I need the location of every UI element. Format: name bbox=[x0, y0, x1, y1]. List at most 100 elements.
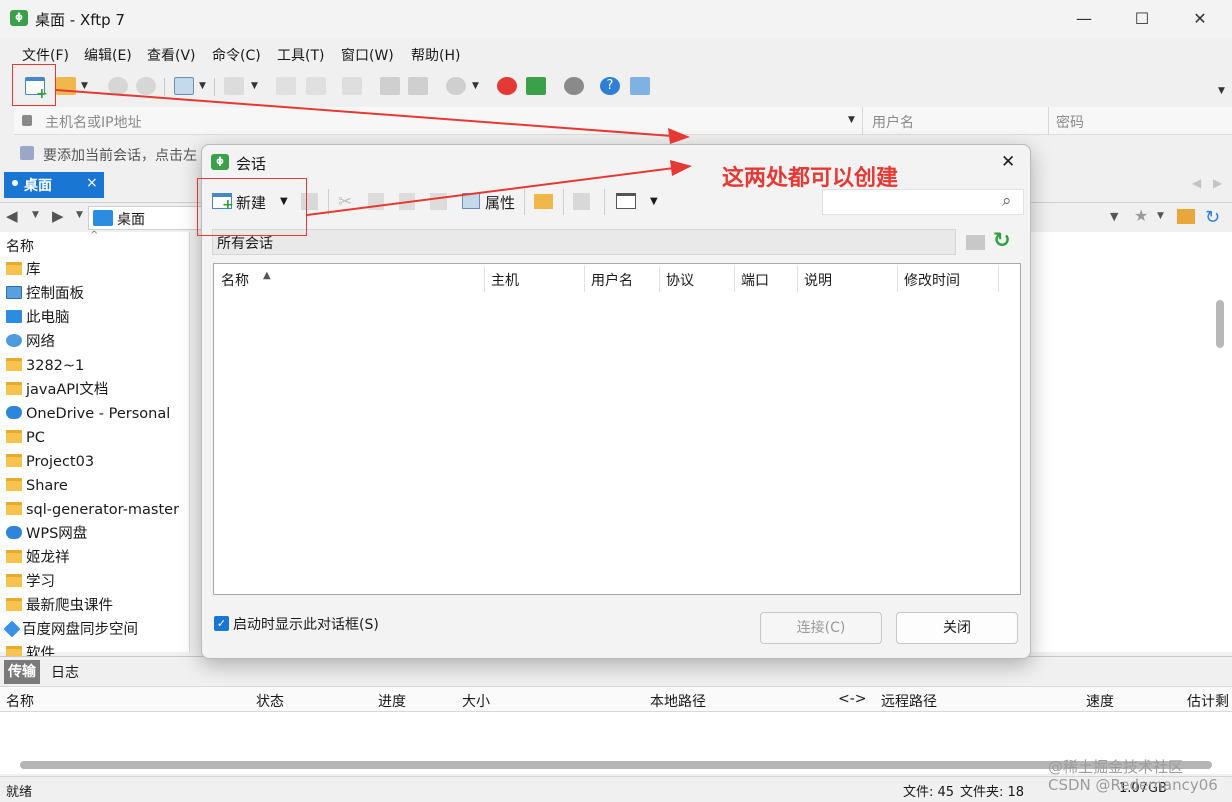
col-protocol[interactable]: 协议 bbox=[666, 270, 694, 290]
export-icon[interactable] bbox=[573, 193, 590, 210]
col-speed[interactable]: 速度 bbox=[1086, 691, 1114, 711]
list-item[interactable]: 此电脑 bbox=[6, 306, 70, 330]
tab-log[interactable]: 日志 bbox=[51, 662, 79, 682]
open-caret-icon[interactable]: ▼ bbox=[81, 81, 88, 91]
col-local-path[interactable]: 本地路径 bbox=[650, 691, 706, 711]
menu-command[interactable]: 命令(C) bbox=[212, 45, 261, 65]
vertical-scrollbar[interactable] bbox=[1216, 300, 1224, 348]
forward-icon[interactable]: ▶ bbox=[52, 207, 64, 225]
tab-scroll-right-icon[interactable]: ▶ bbox=[1213, 176, 1222, 190]
col-progress[interactable]: 进度 bbox=[378, 691, 406, 711]
globe-icon[interactable] bbox=[446, 77, 466, 95]
password-input[interactable]: 密码 bbox=[1056, 112, 1084, 132]
list-item[interactable]: 3282~1 bbox=[6, 354, 84, 378]
paste-icon[interactable] bbox=[399, 193, 415, 210]
new-folder-icon[interactable] bbox=[534, 194, 553, 209]
file-icon[interactable] bbox=[380, 77, 400, 95]
favorites-caret-icon[interactable]: ▼ bbox=[1157, 211, 1164, 221]
disconnect-icon[interactable] bbox=[136, 77, 156, 95]
view-dropdown-icon[interactable]: ▼ bbox=[650, 196, 658, 207]
back-dropdown-icon[interactable]: ▼ bbox=[32, 210, 39, 220]
col-username[interactable]: 用户名 bbox=[591, 270, 633, 290]
xftp-icon[interactable] bbox=[526, 77, 546, 95]
minimize-button[interactable]: — bbox=[1064, 6, 1104, 32]
session-properties-icon[interactable] bbox=[174, 77, 194, 95]
col-status[interactable]: 状态 bbox=[256, 691, 284, 711]
properties-button[interactable]: 属性 bbox=[485, 192, 515, 213]
terminal-icon[interactable] bbox=[224, 77, 244, 95]
view-icon[interactable] bbox=[616, 193, 636, 209]
col-host[interactable]: 主机 bbox=[491, 270, 519, 290]
back-icon[interactable]: ◀ bbox=[6, 207, 18, 225]
close-button[interactable]: 关闭 bbox=[896, 612, 1018, 644]
forward-dropdown-icon[interactable]: ▼ bbox=[76, 210, 83, 220]
list-item[interactable]: 姬龙祥 bbox=[6, 546, 70, 570]
list-item[interactable]: Share bbox=[6, 474, 68, 498]
col-eta[interactable]: 估计剩 bbox=[1187, 691, 1229, 711]
copy-icon[interactable] bbox=[368, 193, 384, 210]
col-modified[interactable]: 修改时间 bbox=[904, 270, 960, 290]
col-name[interactable]: 名称 bbox=[221, 270, 249, 290]
transfer-icon[interactable] bbox=[342, 77, 362, 95]
col-description[interactable]: 说明 bbox=[804, 270, 832, 290]
show-on-start-label[interactable]: 启动时显示此对话框(S) bbox=[233, 614, 379, 634]
refresh-icon[interactable]: ↻ bbox=[1205, 207, 1220, 228]
col-size[interactable]: 大小 bbox=[462, 691, 490, 711]
host-dropdown-icon[interactable]: ▼ bbox=[848, 115, 855, 125]
menu-file[interactable]: 文件(F) bbox=[22, 45, 69, 65]
terminal-caret-icon[interactable]: ▼ bbox=[251, 81, 258, 91]
col-direction[interactable]: <-> bbox=[838, 691, 867, 707]
session-search-input[interactable]: ⌕ bbox=[822, 189, 1024, 215]
connect-icon[interactable] bbox=[108, 77, 128, 95]
refresh-icon[interactable]: ↻ bbox=[993, 228, 1011, 252]
list-item[interactable]: 百度网盘同步空间 bbox=[3, 618, 138, 642]
tab-desktop[interactable]: 桌面 × bbox=[4, 172, 104, 198]
home-icon[interactable] bbox=[1177, 209, 1195, 224]
cut-icon[interactable]: ✂ bbox=[338, 192, 352, 212]
col-name[interactable]: 名称 bbox=[6, 691, 34, 711]
menu-window[interactable]: 窗口(W) bbox=[341, 45, 394, 65]
show-on-start-checkbox[interactable]: ✓ bbox=[214, 616, 229, 631]
file-copy-icon[interactable] bbox=[408, 77, 428, 95]
menu-edit[interactable]: 编辑(E) bbox=[84, 45, 132, 65]
list-item[interactable]: Project03 bbox=[6, 450, 94, 474]
name-column-header[interactable]: 名称 bbox=[6, 236, 34, 256]
globe-caret-icon[interactable]: ▼ bbox=[472, 81, 479, 91]
maximize-button[interactable]: ☐ bbox=[1122, 6, 1162, 32]
paste-icon[interactable] bbox=[306, 77, 326, 95]
tab-close-icon[interactable]: × bbox=[86, 175, 98, 191]
horizontal-scrollbar[interactable] bbox=[20, 761, 1212, 769]
list-item[interactable]: 学习 bbox=[6, 570, 55, 594]
username-input[interactable]: 用户名 bbox=[872, 112, 914, 132]
toolbar-overflow-icon[interactable]: ▼ bbox=[1218, 86, 1225, 96]
menu-help[interactable]: 帮助(H) bbox=[411, 45, 460, 65]
dialog-close-icon[interactable]: ✕ bbox=[1001, 152, 1015, 172]
chat-icon[interactable] bbox=[630, 77, 650, 95]
list-item[interactable]: OneDrive - Personal bbox=[6, 402, 170, 426]
settings-gear-icon[interactable] bbox=[564, 77, 584, 95]
col-remote-path[interactable]: 远程路径 bbox=[881, 691, 937, 711]
session-folder-bar[interactable]: 所有会话 bbox=[212, 229, 956, 255]
path-dropdown-icon[interactable]: ▼ bbox=[1110, 210, 1118, 223]
list-item[interactable]: PC bbox=[6, 426, 45, 450]
list-item[interactable]: 最新爬虫课件 bbox=[6, 594, 113, 618]
list-item[interactable]: WPS网盘 bbox=[6, 522, 87, 546]
tab-scroll-left-icon[interactable]: ◀ bbox=[1192, 176, 1201, 190]
host-input[interactable]: 主机名或IP地址 bbox=[45, 112, 142, 132]
folder-icon[interactable] bbox=[966, 235, 985, 250]
help-icon[interactable]: ? bbox=[600, 77, 620, 95]
list-item[interactable]: 库 bbox=[6, 258, 41, 282]
connect-button[interactable]: 连接(C) bbox=[760, 612, 882, 644]
open-folder-icon[interactable] bbox=[56, 77, 76, 95]
properties-caret-icon[interactable]: ▼ bbox=[199, 81, 206, 91]
list-item[interactable]: 网络 bbox=[6, 330, 55, 354]
copy-icon[interactable] bbox=[276, 77, 296, 95]
list-item[interactable]: javaAPI文档 bbox=[6, 378, 108, 402]
favorites-star-icon[interactable]: ★ bbox=[1134, 206, 1148, 225]
list-item[interactable]: sql-generator-master bbox=[6, 498, 179, 522]
delete-icon[interactable] bbox=[430, 193, 447, 210]
menu-tools[interactable]: 工具(T) bbox=[277, 45, 324, 65]
menu-view[interactable]: 查看(V) bbox=[147, 45, 196, 65]
close-window-button[interactable]: ✕ bbox=[1180, 6, 1220, 32]
list-item[interactable]: 控制面板 bbox=[6, 282, 84, 306]
